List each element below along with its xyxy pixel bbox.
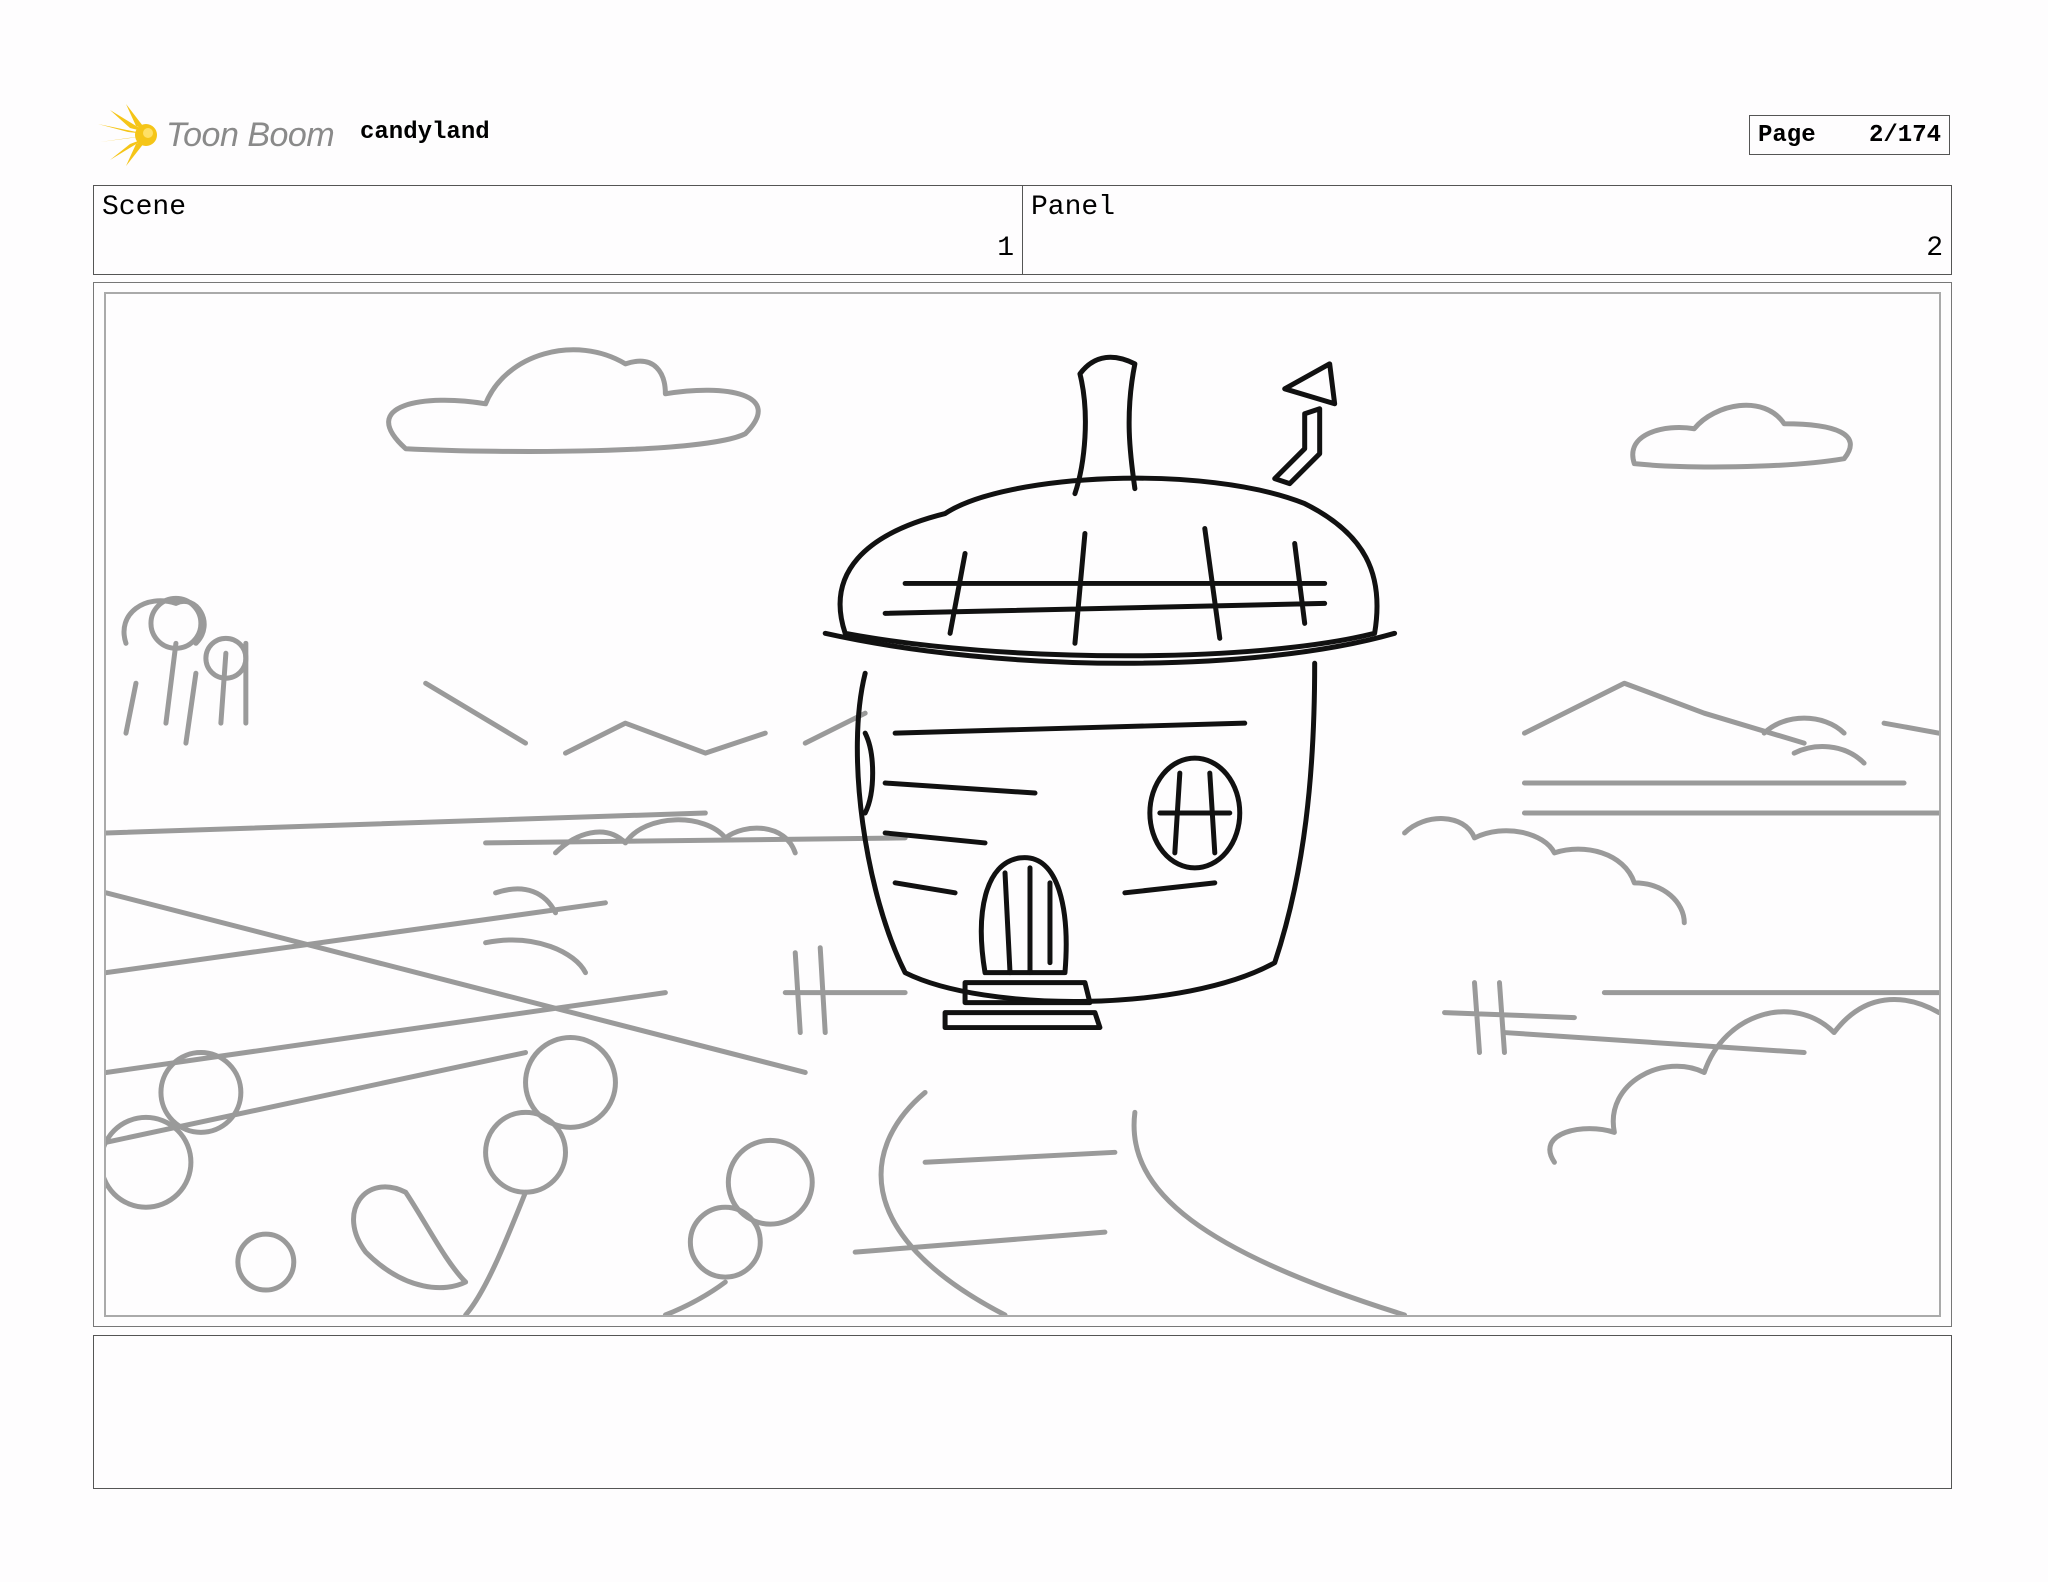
page-number: 2/174 (1868, 121, 1941, 149)
toon-boom-logo: Toon Boom (96, 100, 335, 170)
arched-door (978, 855, 1069, 976)
field-lines (106, 890, 1939, 1145)
fence-right (1442, 980, 1577, 1056)
acorn-house-sketch (106, 347, 1939, 1315)
project-name: candyland (360, 119, 490, 146)
stone-path (852, 1089, 1408, 1315)
panel-drawing-area (104, 292, 1941, 1317)
scene-cell: Scene 1 (94, 186, 1022, 274)
cloud-right (1630, 402, 1853, 470)
bush-right (1402, 816, 1687, 926)
cloud-left (386, 347, 761, 454)
storyboard-panel (93, 282, 1952, 1327)
panel-cell: Panel 2 (1022, 186, 1951, 274)
panel-notes (93, 1335, 1952, 1489)
page-label: Page (1758, 121, 1816, 149)
scene-label: Scene (102, 192, 187, 223)
flower-stems (351, 1184, 728, 1315)
trees-left (121, 598, 249, 746)
door-step (942, 980, 1103, 1031)
brand-name: Toon Boom (166, 115, 335, 154)
chimney (1272, 361, 1338, 487)
scene-panel-info: Scene 1 Panel 2 (93, 185, 1952, 275)
cap-rim (822, 630, 1398, 666)
fence-left (782, 945, 908, 1036)
starburst-icon (98, 104, 157, 166)
cloud-lower-right (1547, 996, 1939, 1165)
mountains-left (423, 680, 868, 756)
page-indicator: Page 2/174 (1749, 115, 1950, 155)
panel-label: Panel (1031, 192, 1116, 223)
cap-stem (1072, 354, 1138, 497)
acorn-body (854, 660, 1318, 1004)
panel-number: 2 (1926, 233, 1943, 264)
scene-number: 1 (997, 233, 1014, 264)
cap-lines (882, 526, 1328, 646)
